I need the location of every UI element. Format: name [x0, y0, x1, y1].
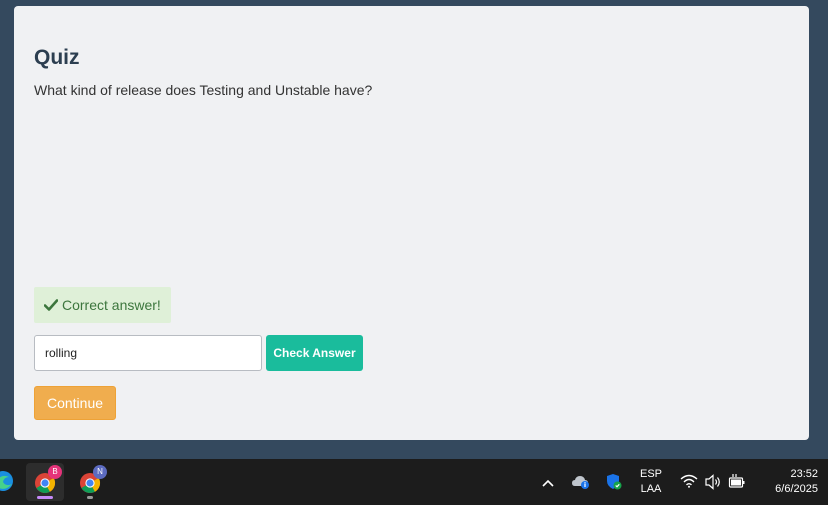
chevron-up-icon[interactable] — [541, 475, 555, 493]
answer-input[interactable] — [34, 335, 262, 371]
security-shield-icon[interactable] — [605, 473, 623, 496]
page-title: Quiz — [34, 46, 80, 69]
feedback-text: Correct answer! — [62, 297, 161, 313]
edge-icon[interactable] — [0, 469, 14, 493]
quiz-card: Quiz What kind of release does Testing a… — [14, 6, 809, 440]
active-indicator — [37, 496, 53, 499]
chrome-app-b[interactable]: B — [26, 463, 64, 501]
onedrive-cloud-icon[interactable] — [571, 474, 591, 495]
language-indicator[interactable]: ESP LAA — [636, 467, 666, 497]
volume-icon[interactable] — [704, 474, 722, 495]
battery-icon[interactable] — [728, 473, 746, 496]
running-indicator — [87, 496, 93, 499]
clock-time: 23:52 — [790, 468, 818, 480]
chrome-app-n[interactable]: N — [71, 463, 109, 501]
profile-badge-n: N — [93, 465, 107, 479]
taskbar: B N ESP LAA 23:52 6/6/2025 — [0, 459, 828, 505]
question-text: What kind of release does Testing and Un… — [34, 82, 373, 98]
checkmark-icon — [44, 299, 58, 311]
continue-button[interactable]: Continue — [34, 386, 116, 420]
check-answer-button[interactable]: Check Answer — [266, 335, 363, 371]
language-code: ESP — [639, 468, 662, 480]
feedback-alert: Correct answer! — [34, 287, 171, 323]
profile-badge-b: B — [48, 465, 62, 479]
clock[interactable]: 23:52 6/6/2025 — [752, 467, 818, 497]
clock-date: 6/6/2025 — [775, 483, 818, 495]
wifi-icon[interactable] — [680, 474, 698, 493]
keyboard-layout: LAA — [640, 483, 662, 495]
